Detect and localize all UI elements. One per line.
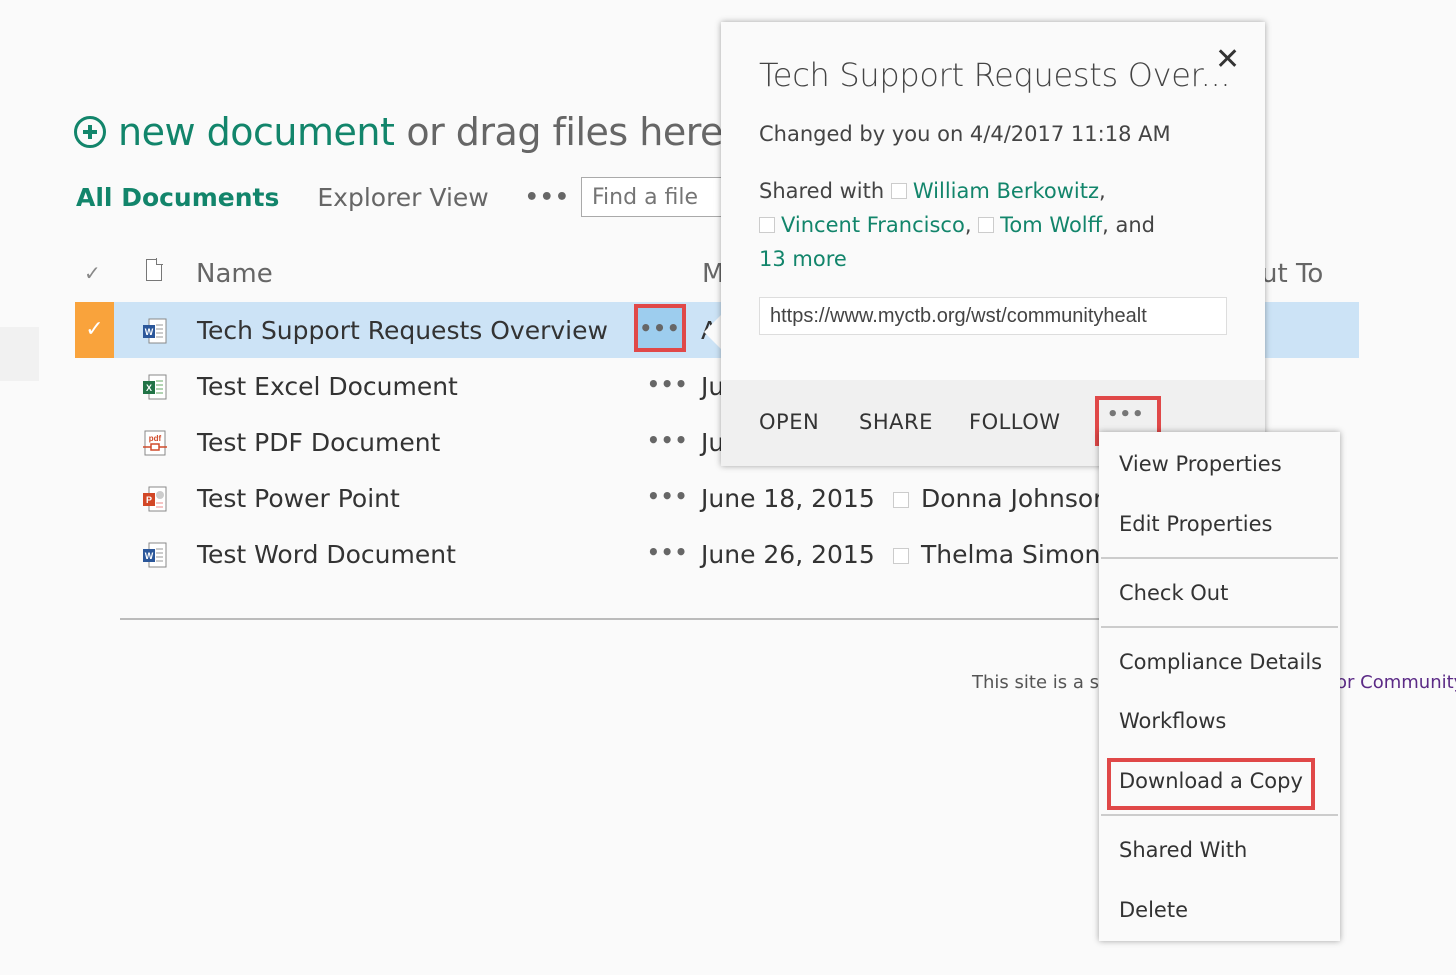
more-people-link[interactable]: 13 more <box>759 247 847 271</box>
view-all-documents[interactable]: All Documents <box>76 183 279 212</box>
file-name-link[interactable]: Tech Support Requests Overview <box>197 316 608 345</box>
svg-text:W: W <box>145 327 154 337</box>
pdf-file-icon: pdf <box>143 430 167 456</box>
comma-separator: , <box>964 213 979 237</box>
file-name-link[interactable]: Test Word Document <box>197 540 456 569</box>
shared-with-label: Shared with <box>759 179 885 203</box>
menu-separator <box>1101 814 1338 816</box>
row-ellipsis-button[interactable]: ••• <box>647 372 687 400</box>
view-selector: All Documents Explorer View ••• <box>76 183 570 212</box>
presence-indicator <box>893 492 909 508</box>
excel-file-icon: X <box>143 374 167 400</box>
left-nav-stub <box>0 327 39 381</box>
presence-indicator <box>890 183 907 199</box>
svg-text:pdf: pdf <box>149 434 162 443</box>
svg-text:P: P <box>146 495 152 505</box>
circle-plus-icon[interactable] <box>74 116 106 148</box>
svg-text:W: W <box>145 551 154 561</box>
document-url-field[interactable] <box>759 297 1227 335</box>
menu-item-download-a-copy[interactable]: Download a Copy <box>1119 769 1303 793</box>
modified-date: June 26, 2015 <box>701 540 875 569</box>
menu-item-workflows[interactable]: Workflows <box>1119 709 1226 733</box>
footer-link[interactable]: or Community <box>1336 672 1456 693</box>
checked-out-person-link[interactable]: Thelma Simons <box>921 540 1113 569</box>
word-file-icon: W <box>143 318 167 344</box>
follow-button[interactable]: FOLLOW <box>969 410 1061 434</box>
shared-person-link[interactable]: Vincent Francisco <box>781 213 965 237</box>
document-callout: Tech Support Requests Over... ✕ Changed … <box>721 22 1265 466</box>
shared-person-link[interactable]: William Berkowitz <box>913 179 1099 203</box>
row-ellipsis-button[interactable]: ••• <box>634 304 686 352</box>
checked-out-person-link[interactable]: Donna Johnsor <box>921 484 1103 513</box>
drag-files-text: or drag files here <box>406 110 723 154</box>
modified-date: June 18, 2015 <box>701 484 875 513</box>
document-icon <box>146 258 163 281</box>
context-menu: View Properties Edit Properties Check Ou… <box>1099 432 1340 941</box>
row-ellipsis-button[interactable]: ••• <box>647 484 687 512</box>
file-name-link[interactable]: Test Excel Document <box>197 372 458 401</box>
menu-item-edit-properties[interactable]: Edit Properties <box>1119 512 1272 536</box>
footer-divider <box>120 618 1120 620</box>
new-document-link[interactable]: new document <box>118 110 395 154</box>
shared-with-info: Shared with William Berkowitz, Vincent F… <box>759 174 1229 276</box>
menu-item-compliance-details[interactable]: Compliance Details <box>1119 650 1322 674</box>
changed-info: Changed by you on 4/4/2017 11:18 AM <box>759 122 1171 146</box>
select-all-check-icon[interactable]: ✓ <box>84 261 101 285</box>
view-more-button[interactable]: ••• <box>525 185 570 210</box>
close-icon[interactable]: ✕ <box>1215 42 1240 77</box>
presence-indicator <box>893 548 909 564</box>
file-name-link[interactable]: Test Power Point <box>197 484 400 513</box>
file-name-link[interactable]: Test PDF Document <box>197 428 440 457</box>
column-header-name[interactable]: Name <box>196 259 273 289</box>
menu-separator <box>1101 626 1338 628</box>
and-text: , and <box>1102 213 1155 237</box>
row-ellipsis-button[interactable]: ••• <box>647 540 687 568</box>
row-selected-check-icon[interactable]: ✓ <box>75 302 114 358</box>
menu-item-shared-with[interactable]: Shared With <box>1119 838 1247 862</box>
callout-title: Tech Support Requests Over... <box>759 56 1231 94</box>
svg-text:X: X <box>146 383 152 393</box>
shared-person-link[interactable]: Tom Wolff <box>1000 213 1102 237</box>
view-explorer[interactable]: Explorer View <box>317 183 488 212</box>
word-file-icon: W <box>143 542 167 568</box>
row-ellipsis-button[interactable]: ••• <box>647 428 687 456</box>
menu-item-delete[interactable]: Delete <box>1119 898 1188 922</box>
footer-text: This site is a ser <box>972 672 1118 693</box>
menu-item-view-properties[interactable]: View Properties <box>1119 452 1282 476</box>
open-button[interactable]: OPEN <box>759 410 819 434</box>
presence-indicator <box>759 217 775 233</box>
menu-item-check-out[interactable]: Check Out <box>1119 581 1228 605</box>
find-file-input[interactable] <box>581 177 741 217</box>
comma-separator: , <box>1099 179 1106 203</box>
powerpoint-file-icon: P <box>143 486 167 512</box>
new-document-bar: new document or drag files here <box>74 110 723 154</box>
share-button[interactable]: SHARE <box>859 410 933 434</box>
presence-indicator <box>978 217 995 233</box>
menu-separator <box>1101 557 1338 559</box>
column-header-checked-out-to[interactable]: ut To <box>1261 259 1323 289</box>
